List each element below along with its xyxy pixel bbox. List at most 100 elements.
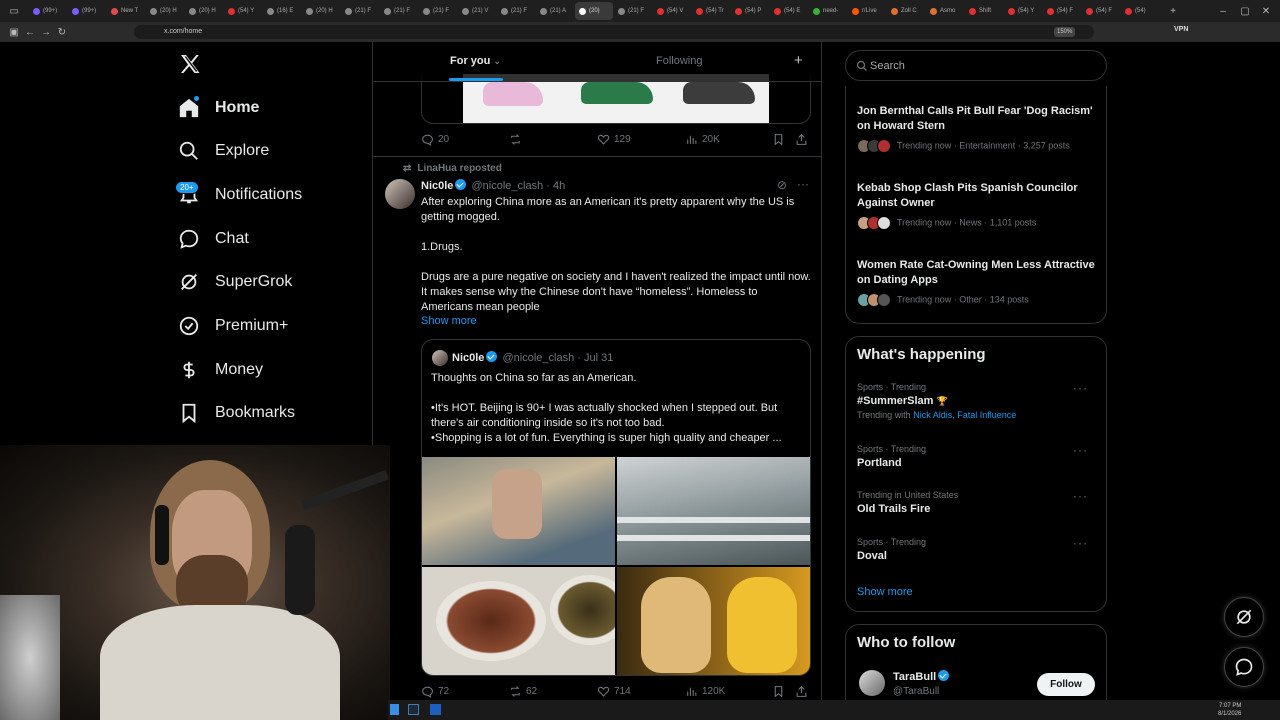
views-button[interactable]: 120K xyxy=(685,685,725,698)
browser-tab[interactable]: Zoll C xyxy=(887,2,925,20)
bookmark-button[interactable] xyxy=(772,685,789,698)
bookmark-button[interactable] xyxy=(772,133,789,146)
search-box[interactable]: Search xyxy=(845,50,1107,81)
sidebar-item-home[interactable]: Home xyxy=(178,90,259,126)
forward-button[interactable]: → xyxy=(38,27,54,38)
messages-button[interactable] xyxy=(1224,647,1264,687)
share-button[interactable] xyxy=(795,133,812,146)
trend-related-links[interactable]: Nick Aldis, Fatal Influence xyxy=(913,410,1016,420)
more-options-icon[interactable]: ··· xyxy=(797,177,809,191)
browser-tab[interactable]: (21) F xyxy=(380,2,418,20)
happening-item[interactable]: Sports · Trending Portland xyxy=(857,444,1097,469)
like-button[interactable]: 714 xyxy=(597,685,631,698)
more-options-icon[interactable]: ··· xyxy=(1073,536,1088,550)
sidebar-item-chat[interactable]: Chat xyxy=(178,221,249,257)
happening-item[interactable]: Trending in United States Old Trails Fir… xyxy=(857,490,1097,515)
search-input[interactable]: Search xyxy=(870,60,905,72)
close-window-button[interactable]: ✕ xyxy=(1258,6,1274,17)
address-bar[interactable]: x.com/home 150% xyxy=(134,25,1094,39)
reply-button[interactable]: 72 xyxy=(421,685,449,698)
follow-button[interactable]: Follow xyxy=(1037,673,1095,696)
browser-tab[interactable]: New T xyxy=(107,2,145,20)
browser-tab[interactable]: (54) P xyxy=(731,2,769,20)
quote-image-3[interactable] xyxy=(422,567,615,675)
repost-button[interactable] xyxy=(509,133,526,146)
maximize-window-button[interactable]: ▢ xyxy=(1237,6,1253,17)
trend-item[interactable]: Women Rate Cat-Owning Men Less Attractiv… xyxy=(857,258,1102,307)
browser-tab[interactable]: (16) E xyxy=(263,2,301,20)
quote-image-2[interactable] xyxy=(617,457,810,565)
sidebar-item-bookmarks[interactable]: Bookmarks xyxy=(178,395,295,431)
views-button[interactable]: 20K xyxy=(685,133,720,146)
tab-for-you[interactable]: For you ⌄ xyxy=(450,55,501,67)
author-name[interactable]: Nic0le xyxy=(421,180,453,192)
sidebar-item-supergrok[interactable]: SuperGrok xyxy=(178,264,292,300)
browser-tab[interactable]: need- xyxy=(809,2,847,20)
browser-tab[interactable]: (21) A xyxy=(536,2,574,20)
quote-image-4[interactable] xyxy=(617,567,810,675)
grok-explain-icon[interactable]: ⊘ xyxy=(777,178,787,192)
steam-icon[interactable] xyxy=(408,704,419,715)
sidebar-toggle-icon[interactable]: ▣ xyxy=(6,27,22,38)
grok-button[interactable] xyxy=(1224,597,1264,637)
x-logo-icon[interactable] xyxy=(178,52,202,81)
back-button[interactable]: ← xyxy=(22,27,38,38)
browser-tab[interactable]: (54) F xyxy=(1043,2,1081,20)
taskbar-app-icon[interactable] xyxy=(390,704,399,715)
browser-tab[interactable]: (21) V xyxy=(458,2,496,20)
happening-item[interactable]: Sports · Trending #SummerSlam 🏆 Trending… xyxy=(857,382,1097,420)
browser-tab[interactable]: (20) H xyxy=(185,2,223,20)
sidebar-item-explore[interactable]: Explore xyxy=(178,133,269,169)
avatar[interactable] xyxy=(385,179,415,209)
system-clock[interactable]: 7:07 PM 8/1/2026 xyxy=(1218,702,1241,718)
browser-tab[interactable]: (20) H xyxy=(146,2,184,20)
browser-tab[interactable]: (54) E xyxy=(770,2,808,20)
browser-tab[interactable]: (54) V xyxy=(653,2,691,20)
more-options-icon[interactable]: ··· xyxy=(1073,443,1088,457)
minimize-window-button[interactable]: – xyxy=(1215,6,1231,17)
reload-button[interactable]: ↻ xyxy=(54,27,70,38)
browser-tab[interactable]: (54) Y xyxy=(224,2,262,20)
suggested-user-name[interactable]: TaraBull xyxy=(893,670,951,683)
browser-tab[interactable]: r/Live xyxy=(848,2,886,20)
quote-image-1[interactable] xyxy=(422,457,615,565)
avatar[interactable] xyxy=(859,670,885,696)
browser-tab[interactable]: (21) F xyxy=(497,2,535,20)
more-options-icon[interactable]: ··· xyxy=(1073,381,1088,395)
sidebar-item-premium[interactable]: Premium+ xyxy=(178,308,288,344)
browser-tab[interactable]: (21) F xyxy=(419,2,457,20)
show-more-link[interactable]: Show more xyxy=(857,586,913,598)
show-more-link[interactable]: Show more xyxy=(421,315,477,327)
like-button[interactable]: 129 xyxy=(597,133,631,146)
sidebar-item-money[interactable]: Money xyxy=(178,352,263,388)
repost-indicator[interactable]: ⇄ LinaHua reposted xyxy=(403,163,502,174)
zoom-level[interactable]: 150% xyxy=(1054,27,1076,37)
share-button[interactable] xyxy=(795,685,812,698)
reply-button[interactable]: 20 xyxy=(421,133,449,146)
author-handle[interactable]: @nicole_clash xyxy=(471,180,543,192)
suggested-user-handle[interactable]: @TaraBull xyxy=(893,686,939,697)
browser-tab[interactable]: (54) F xyxy=(1082,2,1120,20)
browser-tab[interactable]: (21) F xyxy=(341,2,379,20)
tweet-time[interactable]: · 4h xyxy=(546,180,565,192)
browser-tab[interactable]: (54) Y xyxy=(1004,2,1042,20)
browser-tab[interactable]: Shift xyxy=(965,2,1003,20)
trend-item[interactable]: Kebab Shop Clash Pits Spanish Councilor … xyxy=(857,181,1102,230)
browser-tab[interactable]: Asmo xyxy=(926,2,964,20)
browser-tab[interactable]: (99+) xyxy=(68,2,106,20)
browser-tab[interactable]: (20) xyxy=(575,2,613,20)
quote-tweet[interactable]: Nic0le @nicole_clash · Jul 31 Thoughts o… xyxy=(421,339,811,676)
browser-tab[interactable]: (20) H xyxy=(302,2,340,20)
browser-tab[interactable]: (99+) xyxy=(29,2,67,20)
more-options-icon[interactable]: ··· xyxy=(1073,489,1088,503)
sidebar-item-notifications[interactable]: Notifications 20+ xyxy=(175,177,302,213)
new-tab-button[interactable]: + xyxy=(1165,6,1181,17)
happening-item[interactable]: Sports · Trending Doval xyxy=(857,537,1097,562)
browser-tab[interactable]: (54) xyxy=(1121,2,1159,20)
tab-following[interactable]: Following xyxy=(656,55,702,67)
add-tab-icon[interactable]: + xyxy=(794,52,803,69)
browser-tab[interactable]: (54) Tr xyxy=(692,2,730,20)
tab-menu-icon[interactable]: ▭ xyxy=(0,6,28,17)
browser-tab[interactable]: (21) F xyxy=(614,2,652,20)
trend-item[interactable]: Jon Bernthal Calls Pit Bull Fear 'Dog Ra… xyxy=(857,104,1102,153)
